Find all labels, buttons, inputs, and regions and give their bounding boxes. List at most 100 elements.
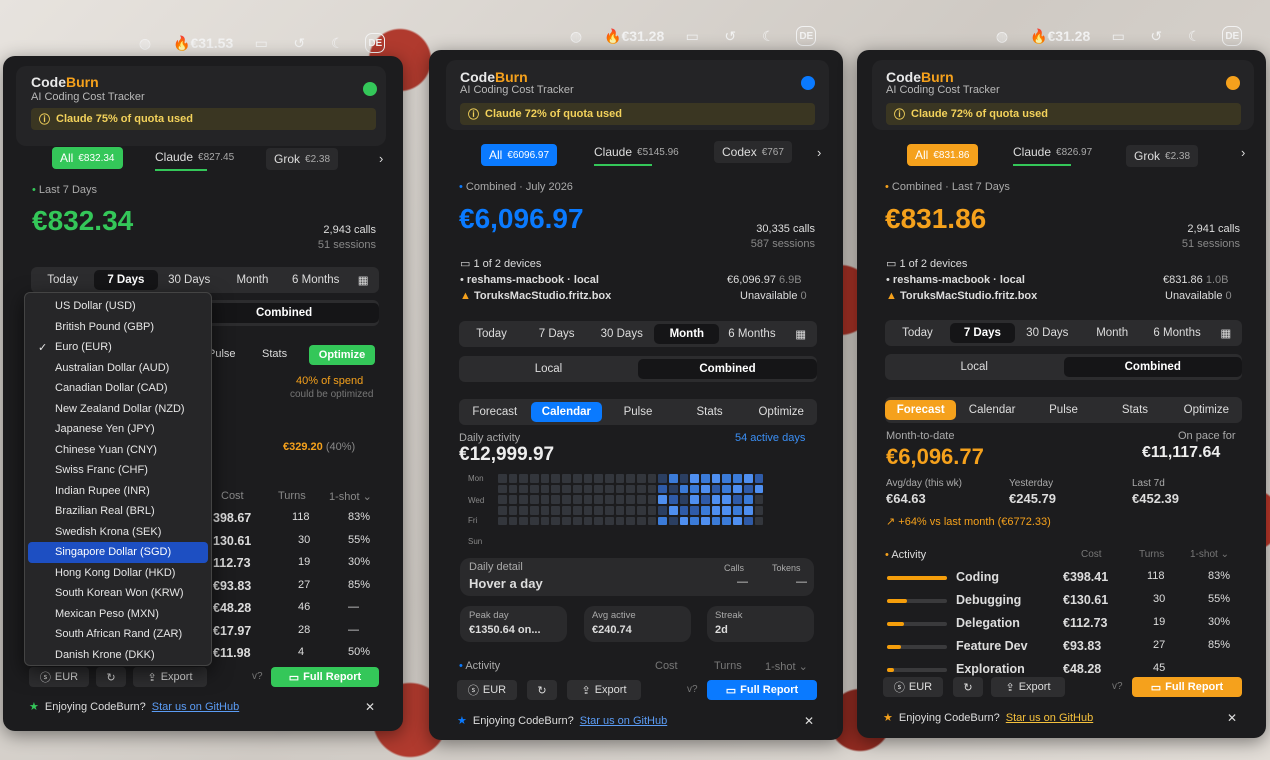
heatmap-cell[interactable] <box>594 506 603 515</box>
full-report-button[interactable]: ▭ Full Report <box>707 680 817 700</box>
heatmap-cell[interactable] <box>733 484 742 494</box>
heatmap-cell[interactable] <box>615 506 625 515</box>
heatmap-cell[interactable] <box>615 474 625 483</box>
tab-claude[interactable]: Claude €5145.96 <box>586 141 687 166</box>
heatmap-cell[interactable] <box>636 484 646 494</box>
heatmap-cell[interactable] <box>615 484 625 494</box>
scope-local[interactable]: Local <box>459 359 638 379</box>
activity-icon[interactable]: ◍ <box>566 26 586 46</box>
range-6months[interactable]: 6 Months <box>1145 323 1210 343</box>
heatmap-cell[interactable] <box>519 495 529 505</box>
heatmap-cell[interactable] <box>711 474 721 483</box>
heatmap-cell[interactable] <box>540 516 550 526</box>
github-link[interactable]: Star us on GitHub <box>1006 712 1093 724</box>
range-month[interactable]: Month <box>1080 323 1145 343</box>
range-today[interactable]: Today <box>885 323 950 343</box>
heatmap-cell[interactable] <box>690 495 700 505</box>
heatmap-cell[interactable] <box>626 474 635 483</box>
monitor-icon[interactable]: ▭ <box>251 33 271 53</box>
export-button[interactable]: ⇪ Export <box>991 677 1065 697</box>
heatmap-cell[interactable] <box>572 506 582 515</box>
heatmap-cell[interactable] <box>562 474 571 483</box>
heatmap-cell[interactable] <box>722 506 732 515</box>
heatmap-cell[interactable] <box>647 495 657 505</box>
heatmap-cell[interactable] <box>540 495 550 505</box>
range-7days[interactable]: 7 Days <box>524 324 589 344</box>
heatmap-cell[interactable] <box>498 484 507 494</box>
currency-button[interactable]: ⓢ EUR <box>883 677 943 697</box>
heatmap-cell[interactable] <box>551 495 561 505</box>
heatmap-cell[interactable] <box>626 506 635 515</box>
heatmap-cell[interactable] <box>711 516 721 526</box>
close-icon[interactable]: ✕ <box>804 714 814 728</box>
heatmap-cell[interactable] <box>508 484 518 494</box>
heatmap-cell[interactable] <box>604 516 614 526</box>
heatmap-cell[interactable] <box>562 506 571 515</box>
moon-icon[interactable]: ☾ <box>327 33 347 53</box>
close-icon[interactable]: ✕ <box>365 700 375 714</box>
heatmap-cell[interactable] <box>647 516 657 526</box>
heatmap-cell[interactable] <box>647 474 657 483</box>
heatmap-cell[interactable] <box>594 516 603 526</box>
currency-option[interactable]: British Pound (GBP) <box>28 317 208 338</box>
tab-codex[interactable]: Codex €767 <box>714 141 792 163</box>
heatmap-cell[interactable] <box>722 484 732 494</box>
heatmap-cell[interactable] <box>519 484 529 494</box>
activity-icon[interactable]: ◍ <box>135 33 155 53</box>
heatmap-cell[interactable] <box>743 506 753 515</box>
heatmap-cell[interactable] <box>669 516 678 526</box>
heatmap-cell[interactable] <box>733 474 742 483</box>
heatmap-cell[interactable] <box>701 516 710 526</box>
heatmap-cell[interactable] <box>562 484 571 494</box>
chevron-right-icon[interactable]: › <box>379 151 383 166</box>
heatmap-cell[interactable] <box>508 495 518 505</box>
heatmap-cell[interactable] <box>530 516 539 526</box>
currency-option[interactable]: Japanese Yen (JPY) <box>28 419 208 440</box>
heatmap-cell[interactable] <box>583 474 593 483</box>
scope-combined[interactable]: Combined <box>1063 357 1242 377</box>
close-icon[interactable]: ✕ <box>1227 711 1237 725</box>
heatmap-cell[interactable] <box>572 484 582 494</box>
heatmap-cell[interactable] <box>690 506 700 515</box>
github-link[interactable]: Star us on GitHub <box>152 701 239 713</box>
heatmap-cell[interactable] <box>647 506 657 515</box>
history-icon[interactable]: ↺ <box>289 33 309 53</box>
heatmap-cell[interactable] <box>540 506 550 515</box>
tab-all[interactable]: All €6096.97 <box>481 144 558 166</box>
heatmap-cell[interactable] <box>636 495 646 505</box>
heatmap-cell[interactable] <box>701 506 710 515</box>
heatmap-cell[interactable] <box>562 495 571 505</box>
tab-all[interactable]: All €831.86 <box>907 144 978 166</box>
heatmap-cell[interactable] <box>679 516 689 526</box>
heatmap-cell[interactable] <box>498 495 507 505</box>
col-oneshot[interactable]: 1-shot ⌄ <box>765 660 808 673</box>
scope-combined[interactable]: Combined <box>638 359 817 379</box>
tab-claude[interactable]: Claude €827.45 <box>147 146 242 171</box>
currency-option[interactable]: ✓ Euro (EUR) <box>28 337 208 358</box>
heatmap-cell[interactable] <box>519 516 529 526</box>
heatmap-cell[interactable] <box>508 516 518 526</box>
currency-option[interactable]: New Zealand Dollar (NZD) <box>28 399 208 420</box>
range-7days[interactable]: 7 Days <box>94 270 158 290</box>
heatmap-cell[interactable] <box>711 495 721 505</box>
heatmap-cell[interactable] <box>754 474 764 483</box>
menubar-cost[interactable]: 🔥€31.28 <box>1030 28 1090 45</box>
col-oneshot[interactable]: 1-shot ⌄ <box>1190 549 1229 560</box>
tab-grok[interactable]: Grok €2.38 <box>1126 145 1199 167</box>
tab-all[interactable]: All €832.34 <box>52 147 123 169</box>
heatmap-cell[interactable] <box>658 484 667 494</box>
language-badge[interactable]: DE <box>796 26 817 46</box>
heatmap-cell[interactable] <box>722 495 732 505</box>
subtab-calendar[interactable]: Calendar <box>530 402 603 422</box>
currency-option[interactable]: Indian Rupee (INR) <box>28 481 208 502</box>
range-6months[interactable]: 6 Months <box>719 324 784 344</box>
heatmap-cell[interactable] <box>583 495 593 505</box>
subtab-pulse[interactable]: Pulse <box>602 402 674 422</box>
heatmap-cell[interactable] <box>658 495 667 505</box>
heatmap-cell[interactable] <box>701 495 710 505</box>
moon-icon[interactable]: ☾ <box>758 26 778 46</box>
currency-option[interactable]: Canadian Dollar (CAD) <box>28 378 208 399</box>
heatmap-cell[interactable] <box>583 516 593 526</box>
calendar-icon[interactable]: ▦ <box>347 269 379 291</box>
heatmap-cell[interactable] <box>615 495 625 505</box>
